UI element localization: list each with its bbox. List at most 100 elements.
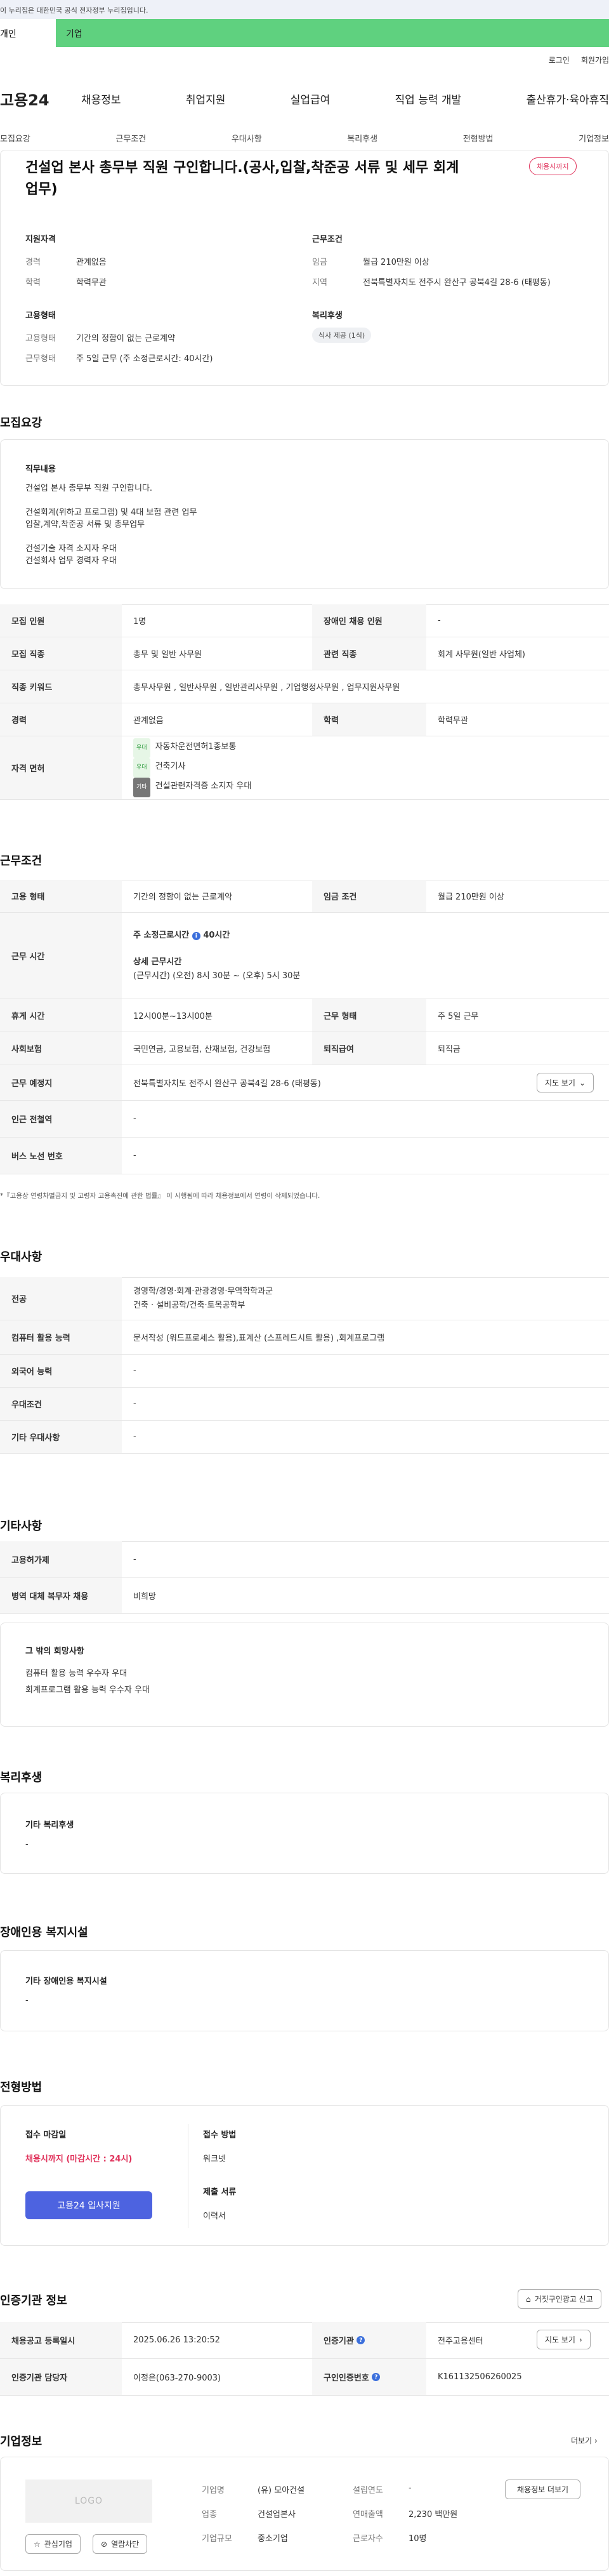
block-label: 열람차단 — [111, 2540, 140, 2549]
row-label: 컴퓨터 활용 능력 — [0, 1320, 122, 1354]
row-label: 인증기관 ? — [312, 2322, 426, 2358]
etc-tag: 기타 — [133, 778, 150, 797]
map-button[interactable]: 지도 보기 ⌄ — [537, 1073, 594, 1092]
row-label: 구인인증번호 ? — [312, 2359, 426, 2395]
pref-row-major: 전공 경영학/경영·회계·관광경영·무역학학과군 건축 · 설비공학/건축·토목… — [0, 1277, 609, 1320]
row-value: 기간의 정함이 없는 근로계약 — [133, 893, 232, 902]
tab-personal[interactable]: 개인 — [0, 19, 56, 47]
cond-row-insurance: 사회보험 국민연금, 고용보험, 산재보험, 건강보험 퇴직급여 퇴직금 — [0, 1032, 609, 1065]
row-value: 경영학/경영·회계·관광경영·무역학학과군 건축 · 설비공학/건축·토목공학부 — [122, 1285, 609, 1313]
row-value: 1명 — [133, 617, 147, 627]
home-icon: ⌂ — [526, 2294, 531, 2304]
docs-heading: 제출 서류 — [203, 2188, 237, 2197]
gnb-item-leave[interactable]: 출산휴가·육아휴직 — [526, 91, 609, 107]
cert-agency-label: 인증기관 — [324, 2337, 354, 2346]
founded-value: - — [409, 2483, 412, 2493]
gnb-item-training[interactable]: 직업 능력 개발 — [395, 91, 462, 107]
row-label: 직종 키워드 — [0, 670, 122, 703]
job-title-line1: 건설업 본사 총무부 직원 구인합니다.(공사,입찰,착준공 서류 및 세무 회… — [25, 160, 459, 176]
disability-card — [0, 1950, 609, 2031]
employees-value: 10명 — [409, 2534, 427, 2544]
company-more-link[interactable]: 더보기 › — [571, 2435, 598, 2446]
hours-week: 주 소정근로시간 i 40시간 — [133, 929, 609, 943]
row-label: 자격 면허 — [0, 736, 122, 799]
duty-content: 건설업 본사 총무부 직원 구인합니다. 건설회계(위하고 프로그램) 및 4대… — [25, 482, 197, 567]
hope-content: 컴퓨터 활용 능력 우수자 우대 회계프로그램 활용 능력 우수자 우대 — [25, 1666, 150, 1699]
company-section-title: 기업정보 — [0, 2435, 43, 2448]
prefer-tag: 우대 — [133, 738, 150, 758]
favorite-company-button[interactable]: ☆ 관심기업 — [25, 2534, 81, 2554]
wage-label: 임금 — [312, 258, 327, 267]
row-label: 근무 형태 — [312, 999, 426, 1032]
tab-company[interactable]: 기업 — [56, 19, 609, 47]
gnb-item-jobs[interactable]: 채용정보 — [81, 91, 121, 107]
founded-label: 설립연도 — [353, 2486, 383, 2495]
cert-row-2: 인증기관 담당자 이정은(063-270-9003) 구인인증번호 ? K161… — [0, 2359, 609, 2396]
favorite-label: 관심기업 — [44, 2540, 72, 2549]
row-label: 경력 — [0, 703, 122, 736]
agency-map-button[interactable]: 지도 보기 › — [537, 2330, 591, 2349]
block-view-button[interactable]: ⊘ 열람차단 — [93, 2534, 148, 2554]
employees-label: 근로자수 — [353, 2534, 383, 2544]
info-icon[interactable]: ? — [357, 2336, 365, 2344]
company-jobs-button[interactable]: 채용정보 더보기 — [505, 2480, 581, 2499]
cond-row-bus: 버스 노선 번호 - — [0, 1138, 609, 1174]
row-label: 기타 우대사항 — [0, 1421, 122, 1453]
row-value: - — [133, 1366, 136, 1376]
license-name: 건설관련자격증 소지자 우대 — [155, 781, 252, 791]
cert-row-1: 채용공고 등록일시 2025.06.26 13:20:52 인증기관 ? 전주고… — [0, 2322, 609, 2359]
row-label: 고용허가제 — [0, 1541, 122, 1577]
company-name-value: (유) 모아건설 — [258, 2486, 305, 2495]
site-logo[interactable]: 고용24 — [0, 88, 81, 110]
recruit-row-keywords: 직종 키워드 총무사무원 , 일반사무원 , 일반관리사무원 , 기업행정사무원… — [0, 670, 609, 703]
preference-section-title: 우대사항 — [0, 1251, 43, 1264]
cond-row-hours: 근무 시간 주 소정근로시간 i 40시간 상세 근무시간 (근무시간) (오전… — [0, 913, 609, 999]
duty-line: 건설기술 자격 소지자 우대 — [25, 544, 117, 554]
industry-value: 건설업본사 — [258, 2510, 296, 2520]
welfare-chip: 식사 제공 (1식) — [312, 328, 372, 343]
license-item: 우대 건축기사 — [133, 758, 609, 778]
cond-row-station: 인근 전철역 - — [0, 1101, 609, 1138]
job-title: 건설업 본사 총무부 직원 구인합니다.(공사,입찰,착준공 서류 및 세무 회… — [25, 157, 508, 201]
deadline-heading: 접수 마감일 — [25, 2130, 67, 2140]
info-icon[interactable]: i — [192, 932, 200, 940]
row-value: 퇴직금 — [438, 1045, 461, 1054]
cert-number-label: 구인인증번호 — [324, 2374, 369, 2383]
gnb-item-employment-support[interactable]: 취업지원 — [186, 91, 226, 107]
duty-line: 건설회계(위하고 프로그램) 및 4대 보험 관련 업무 — [25, 508, 197, 517]
duty-line: 건설업 본사 총무부 직원 구인합니다. — [25, 484, 153, 493]
company-logo: LOGO — [25, 2480, 152, 2523]
cond-row-employment: 고용 형태 기간의 정함이 없는 근로계약 임금 조건 월급 210만원 이상 — [0, 880, 609, 913]
disability-box-value: - — [25, 1996, 29, 2005]
info-icon[interactable]: ? — [372, 2373, 381, 2381]
recruit-section-title: 모집요강 — [0, 416, 43, 430]
row-value: 월급 210만원 이상 — [438, 893, 504, 902]
row-label: 학력 — [312, 703, 426, 736]
welfare-section-title: 복리후생 — [0, 1771, 43, 1784]
row-value: 국민연금, 고용보험, 산재보험, 건강보험 — [133, 1045, 271, 1054]
chevron-right-icon: › — [579, 2335, 582, 2344]
gnb-item-unemployment[interactable]: 실업급여 — [291, 91, 331, 107]
hope-line: 회계프로그램 활용 능력 우수자 우대 — [25, 1685, 150, 1695]
row-value: 문서작성 (워드프로세스 활용),표계산 (스프레드시트 활용) ,회계프로그램 — [133, 1334, 385, 1343]
apply-button[interactable]: 고용24 입사지원 — [25, 2191, 152, 2219]
login-link[interactable]: 로그인 — [549, 55, 570, 65]
row-value: 회계 사무원(일반 사업체) — [438, 650, 526, 660]
row-value: - — [133, 1151, 136, 1160]
sales-value: 2,230 백만원 — [409, 2510, 458, 2520]
hours-content: 주 소정근로시간 i 40시간 상세 근무시간 (근무시간) (오전) 8시 3… — [122, 929, 609, 983]
process-card — [0, 2105, 609, 2246]
report-button[interactable]: ⌂ 거짓구인광고 신고 — [518, 2289, 601, 2309]
other-row-military: 병역 대체 복무자 채용 비희망 — [0, 1578, 609, 1614]
recruit-row-license: 자격 면허 우대 자동차운전면허1종보통 우대 건축기사 기타 건설관련자격증 소지자… — [0, 736, 609, 800]
workform-label: 근무형태 — [25, 354, 56, 364]
row-value: - — [133, 1114, 136, 1124]
deadline-value: 채용시까지 (마감시간 : 24시) — [25, 2154, 133, 2164]
row-label: 전공 — [0, 1277, 122, 1320]
row-label: 근무 시간 — [0, 913, 122, 999]
row-label: 관련 직종 — [312, 637, 426, 670]
hope-heading: 그 밖의 희망사항 — [25, 1647, 84, 1656]
join-link[interactable]: 회원가입 — [581, 55, 609, 65]
gnb-menu: 채용정보 취업지원 실업급여 직업 능력 개발 출산휴가·육아휴직 — [81, 91, 609, 107]
row-label: 사회보험 — [0, 1032, 122, 1065]
